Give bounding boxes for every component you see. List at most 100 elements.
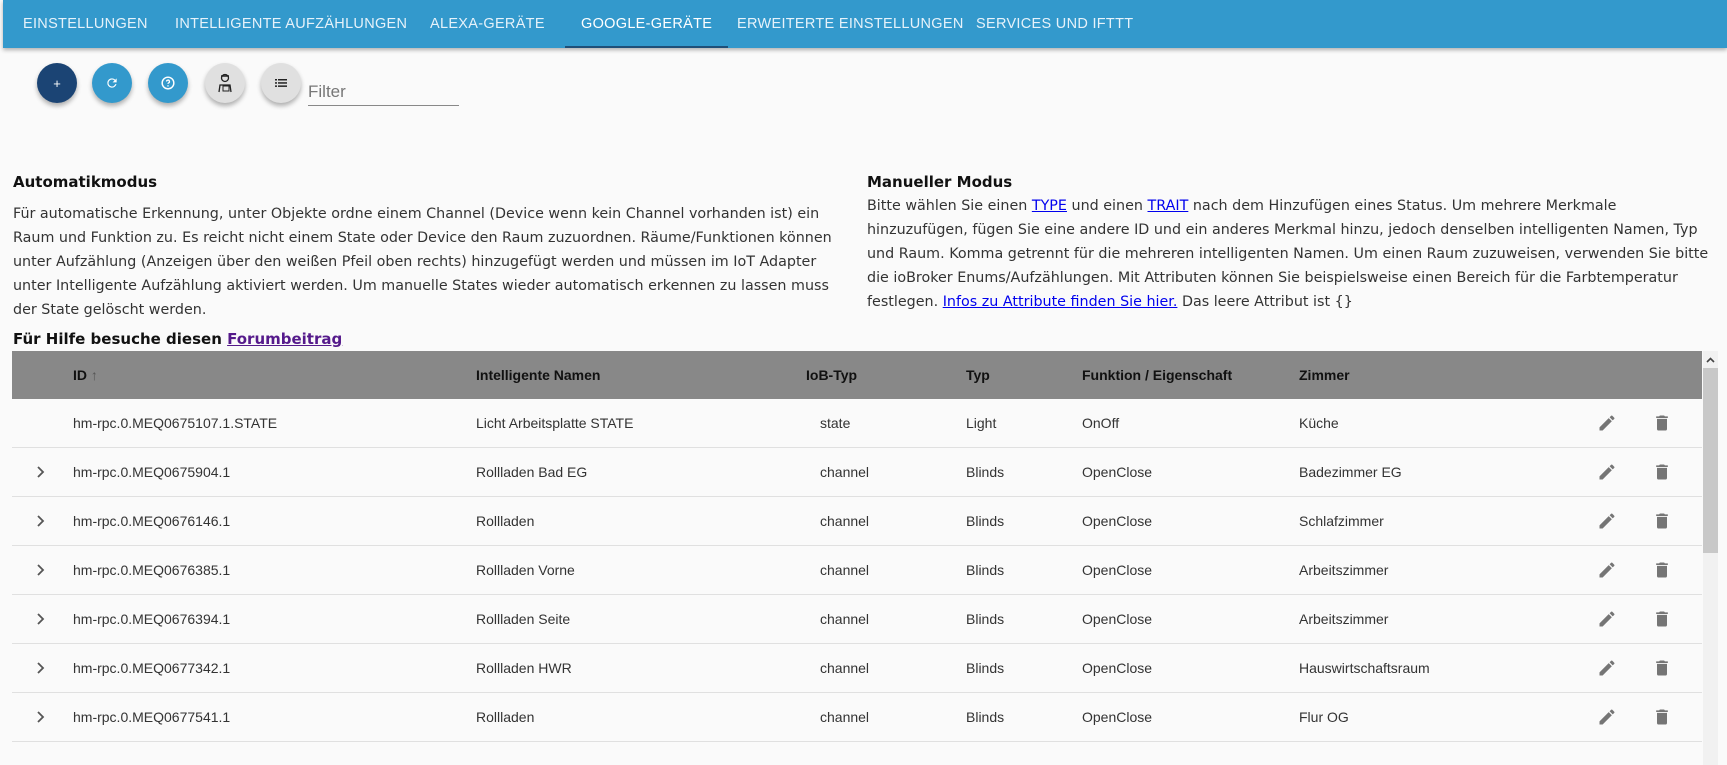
- chevron-right-icon[interactable]: [31, 462, 51, 482]
- manual-mode-title: Manueller Modus: [867, 173, 1013, 191]
- cell-type: Blinds: [966, 709, 1005, 725]
- chevron-right-icon[interactable]: [31, 560, 51, 580]
- attributes-info-link[interactable]: Infos zu Attribute finden Sie hier.: [943, 294, 1178, 310]
- table-row: hm-rpc.0.MEQ0677541.1 Rollladen channel …: [12, 693, 1702, 742]
- cell-id: hm-rpc.0.MEQ0675107.1.STATE: [73, 415, 278, 431]
- devices-table: ID ↑ Intelligente Namen IoB-Typ Typ Funk…: [12, 351, 1702, 742]
- cell-room: Badezimmer EG: [1299, 464, 1402, 480]
- cell-iob-type: channel: [820, 562, 870, 578]
- header-label: ID: [73, 367, 87, 383]
- table-header: ID ↑ Intelligente Namen IoB-Typ Typ Funk…: [12, 351, 1702, 399]
- delete-trash-icon[interactable]: [1652, 609, 1672, 629]
- top-tab-bar: EINSTELLUNGEN INTELLIGENTE AUFZÄHLUNGEN …: [3, 0, 1727, 48]
- cell-function: OpenClose: [1082, 513, 1153, 529]
- cell-room: Arbeitszimmer: [1299, 611, 1389, 627]
- add-button[interactable]: +: [37, 63, 77, 103]
- edit-pencil-icon[interactable]: [1597, 462, 1617, 482]
- auto-mode-title: Automatikmodus: [13, 173, 158, 191]
- cell-function: OpenClose: [1082, 562, 1153, 578]
- cell-room: Flur OG: [1299, 709, 1349, 725]
- cell-type: Blinds: [966, 611, 1005, 627]
- column-header-id[interactable]: ID ↑: [73, 351, 98, 399]
- edit-pencil-icon[interactable]: [1597, 707, 1617, 727]
- table-row: hm-rpc.0.MEQ0677342.1 Rollladen HWR chan…: [12, 644, 1702, 693]
- cell-id: hm-rpc.0.MEQ0676385.1: [73, 562, 231, 578]
- column-header-names[interactable]: Intelligente Namen: [476, 351, 600, 399]
- cell-function: OpenClose: [1082, 611, 1153, 627]
- table-row: hm-rpc.0.MEQ0675904.1 Rollladen Bad EG c…: [12, 448, 1702, 497]
- edit-pencil-icon[interactable]: [1597, 560, 1617, 580]
- cell-smart-name: Rollladen: [476, 513, 535, 529]
- cell-smart-name: Rollladen Bad EG: [476, 464, 588, 480]
- expert-button[interactable]: [205, 63, 245, 103]
- tab-alexa-geraete[interactable]: ALEXA-GERÄTE: [430, 0, 545, 48]
- cell-type: Blinds: [966, 464, 1005, 480]
- cell-smart-name: Rollladen HWR: [476, 660, 572, 676]
- cell-room: Küche: [1299, 415, 1339, 431]
- refresh-button[interactable]: [92, 63, 132, 103]
- cell-function: OpenClose: [1082, 660, 1153, 676]
- cell-function: OnOff: [1082, 415, 1120, 431]
- text: Das leere Attribut ist {}: [1177, 294, 1353, 310]
- table-row: hm-rpc.0.MEQ0676146.1 Rollladen channel …: [12, 497, 1702, 546]
- auto-mode-text: Für automatische Erkennung, unter Objekt…: [13, 206, 832, 318]
- list-button[interactable]: [261, 63, 301, 103]
- table-row: hm-rpc.0.MEQ0676394.1 Rollladen Seite ch…: [12, 595, 1702, 644]
- cell-type: Blinds: [966, 660, 1005, 676]
- edit-pencil-icon[interactable]: [1597, 658, 1617, 678]
- column-header-type[interactable]: Typ: [966, 351, 990, 399]
- cell-room: Arbeitszimmer: [1299, 562, 1389, 578]
- cell-iob-type: channel: [820, 513, 870, 529]
- help-line: Für Hilfe besuche diesen Forumbeitrag: [13, 330, 342, 348]
- text: und einen: [1066, 198, 1148, 214]
- table-row: hm-rpc.0.MEQ0676385.1 Rollladen Vorne ch…: [12, 546, 1702, 595]
- cell-id: hm-rpc.0.MEQ0677342.1: [73, 660, 231, 676]
- help-text: Für Hilfe besuche diesen: [13, 330, 228, 348]
- tab-google-geraete[interactable]: GOOGLE-GERÄTE: [565, 0, 729, 48]
- cell-id: hm-rpc.0.MEQ0677541.1: [73, 709, 231, 725]
- help-button[interactable]: [148, 63, 188, 103]
- cell-smart-name: Rollladen Vorne: [476, 562, 575, 578]
- filter-input[interactable]: [308, 78, 459, 106]
- forum-link[interactable]: Forumbeitrag: [227, 330, 342, 348]
- edit-pencil-icon[interactable]: [1597, 413, 1617, 433]
- delete-trash-icon[interactable]: [1652, 511, 1672, 531]
- cell-type: Blinds: [966, 513, 1005, 529]
- cell-iob-type: channel: [820, 611, 870, 627]
- chevron-right-icon[interactable]: [31, 707, 51, 727]
- column-header-iob-type[interactable]: IoB-Typ: [806, 351, 857, 399]
- edit-pencil-icon[interactable]: [1597, 511, 1617, 531]
- manual-mode-text: Bitte wählen Sie einen TYPE und einen TR…: [867, 194, 1712, 314]
- column-header-room[interactable]: Zimmer: [1299, 351, 1350, 399]
- delete-trash-icon[interactable]: [1652, 462, 1672, 482]
- chevron-right-icon[interactable]: [31, 511, 51, 531]
- chevron-right-icon[interactable]: [31, 658, 51, 678]
- delete-trash-icon[interactable]: [1652, 413, 1672, 433]
- cell-type: Light: [966, 415, 997, 431]
- table-row: hm-rpc.0.MEQ0675107.1.STATE Licht Arbeit…: [12, 399, 1702, 448]
- delete-trash-icon[interactable]: [1652, 658, 1672, 678]
- edit-pencil-icon[interactable]: [1597, 609, 1617, 629]
- plus-icon: +: [53, 75, 61, 91]
- cell-iob-type: state: [820, 415, 851, 431]
- expert-user-icon: [218, 73, 232, 93]
- delete-trash-icon[interactable]: [1652, 707, 1672, 727]
- chevron-right-icon[interactable]: [31, 609, 51, 629]
- tab-intelligente-aufzaehlungen[interactable]: INTELLIGENTE AUFZÄHLUNGEN: [175, 0, 407, 48]
- cell-id: hm-rpc.0.MEQ0676394.1: [73, 611, 231, 627]
- scroll-up-icon[interactable]: [1703, 353, 1718, 368]
- cell-id: hm-rpc.0.MEQ0675904.1: [73, 464, 231, 480]
- cell-room: Schlafzimmer: [1299, 513, 1384, 529]
- scrollbar-thumb[interactable]: [1703, 368, 1718, 553]
- cell-room: Hauswirtschaftsraum: [1299, 660, 1430, 676]
- help-icon: [161, 76, 175, 90]
- tab-erweiterte-einstellungen[interactable]: ERWEITERTE EINSTELLUNGEN: [737, 0, 964, 48]
- list-icon: [275, 79, 287, 87]
- column-header-function[interactable]: Funktion / Eigenschaft: [1082, 351, 1232, 399]
- delete-trash-icon[interactable]: [1652, 560, 1672, 580]
- tab-services-ifttt[interactable]: SERVICES UND IFTTT: [976, 0, 1133, 48]
- trait-link[interactable]: TRAIT: [1148, 198, 1189, 214]
- type-link[interactable]: TYPE: [1032, 198, 1067, 214]
- cell-iob-type: channel: [820, 464, 870, 480]
- tab-einstellungen[interactable]: EINSTELLUNGEN: [23, 0, 148, 48]
